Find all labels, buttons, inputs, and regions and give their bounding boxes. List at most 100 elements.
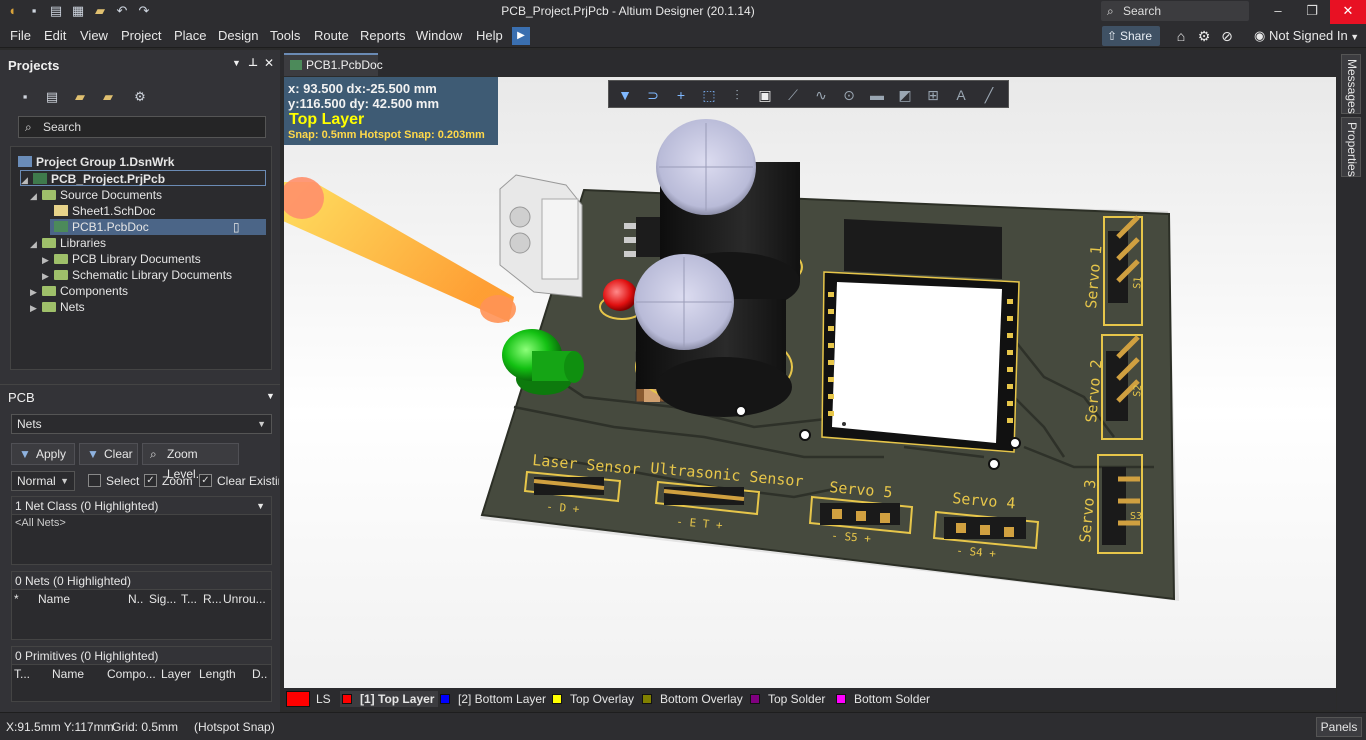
menu-reports[interactable]: Reports <box>360 28 406 43</box>
menu-place[interactable]: Place <box>174 28 207 43</box>
maximize-button[interactable]: ❐ <box>1295 0 1329 24</box>
filter-icon[interactable]: ▼ <box>615 85 635 105</box>
menu-view[interactable]: View <box>80 28 108 43</box>
tree-item-sheet1[interactable]: Sheet1.SchDoc <box>54 203 155 219</box>
clear-existing-checkbox[interactable]: ✓ Clear Existin <box>199 474 279 488</box>
tree-item-libraries[interactable]: ◢ Libraries <box>30 235 106 251</box>
menu-project[interactable]: Project <box>121 28 161 43</box>
nets-col-signal[interactable]: Sig... <box>149 591 181 607</box>
document-tab-pcb1[interactable]: PCB1.PcbDoc <box>284 53 383 76</box>
panels-button[interactable]: Panels <box>1316 717 1362 737</box>
pcb-mode-dropdown[interactable]: Nets ▼ <box>11 414 272 434</box>
all-nets-item[interactable]: <All Nets> <box>15 517 66 529</box>
primitives-col-d[interactable]: D.. <box>252 666 272 682</box>
chevron-down-icon[interactable]: ▼ <box>256 497 265 515</box>
tree-item-nets[interactable]: ▶ Nets <box>30 299 85 315</box>
projects-search-placeholder: Search <box>43 120 82 134</box>
interactive-routing-icon[interactable]: ∿ <box>811 85 831 105</box>
messages-panel-tab[interactable]: Messages <box>1341 54 1361 114</box>
sign-in-menu[interactable]: ◉ Not Signed In ▼ <box>1254 28 1359 44</box>
zoom-level-button[interactable]: ⌕ Zoom Level... <box>142 443 239 481</box>
layer-tab-top-layer[interactable]: [1] Top Layer <box>340 691 439 707</box>
place-component-icon[interactable]: ▣ <box>755 85 775 105</box>
project-folder-icon[interactable]: ▰ <box>99 88 117 106</box>
nets-col-unrouted[interactable]: Unrou... <box>223 591 271 607</box>
nets-col-name[interactable]: Name <box>38 591 124 607</box>
nets-col-nodes[interactable]: N.. <box>128 591 150 607</box>
collapse-triangle-icon[interactable]: ▶ <box>42 252 54 268</box>
expand-triangle-icon[interactable]: ◢ <box>30 188 42 204</box>
gear-icon[interactable]: ⚙ <box>1195 27 1213 45</box>
tree-item-pcb-libraries[interactable]: ▶ PCB Library Documents <box>42 251 201 267</box>
nets-col-routed[interactable]: R... <box>203 591 223 607</box>
tree-item-sch-libraries[interactable]: ▶ Schematic Library Documents <box>42 267 232 283</box>
place-line-icon[interactable]: ╱ <box>979 85 999 105</box>
panel-menu-icon[interactable]: ▼ <box>266 391 275 401</box>
layer-tab-bottom-solder[interactable]: Bottom Solder <box>834 691 930 707</box>
place-text-icon[interactable]: A <box>951 85 971 105</box>
nets-col-type[interactable]: T... <box>181 591 203 607</box>
clear-button[interactable]: ▼ Clear <box>79 443 138 465</box>
home-icon[interactable]: ⌂ <box>1172 27 1190 45</box>
mask-mode-dropdown[interactable]: Normal ▼ <box>11 471 75 491</box>
collapse-triangle-icon[interactable]: ▶ <box>42 268 54 284</box>
primitives-col-type[interactable]: T... <box>14 666 46 682</box>
close-button[interactable]: ✕ <box>1330 0 1366 24</box>
tree-item-components[interactable]: ▶ Components <box>30 283 128 299</box>
open-project-icon[interactable]: ▰ <box>71 88 89 106</box>
pcb-3d-canvas[interactable]: Laser Sensor - D + Ultrasonic Sensor - E… <box>284 77 1336 688</box>
project-settings-gear-icon[interactable]: ⚙ <box>131 88 149 106</box>
projects-search-input[interactable]: ⌕ Search <box>18 116 266 138</box>
apply-button[interactable]: ▼ Apply <box>11 443 75 465</box>
layer-tab-bottom-overlay[interactable]: Bottom Overlay <box>640 691 743 707</box>
menu-route[interactable]: Route <box>314 28 349 43</box>
place-fill-icon[interactable]: ▬ <box>867 85 887 105</box>
layer-tab-top-overlay[interactable]: Top Overlay <box>550 691 634 707</box>
folder-icon <box>54 270 68 280</box>
pin-icon[interactable]: ⊥ <box>248 56 258 69</box>
snap-magnet-icon[interactable]: ⊃ <box>643 85 663 105</box>
tree-item-source-documents[interactable]: ◢ Source Documents <box>30 187 162 203</box>
place-region-icon[interactable]: ◩ <box>895 85 915 105</box>
minimize-button[interactable]: – <box>1261 0 1295 24</box>
collapse-triangle-icon[interactable]: ▶ <box>30 284 42 300</box>
primitives-col-layer[interactable]: Layer <box>161 666 195 682</box>
menu-file[interactable]: File <box>10 28 31 43</box>
expand-triangle-icon[interactable]: ◢ <box>21 172 33 188</box>
tree-item-pcb-project[interactable]: ◢ PCB_Project.PrjPcb <box>20 170 266 186</box>
menu-design[interactable]: Design <box>218 28 258 43</box>
primitives-col-component[interactable]: Compo... <box>107 666 159 682</box>
layer-set-ls[interactable]: LS <box>286 691 331 707</box>
menu-tools[interactable]: Tools <box>270 28 300 43</box>
crosshair-icon[interactable]: + <box>671 85 691 105</box>
select-rectangle-icon[interactable]: ⬚ <box>699 85 719 105</box>
compile-icon[interactable]: ▤ <box>43 88 61 106</box>
layer-tab-top-solder[interactable]: Top Solder <box>748 691 825 707</box>
nets-col-star[interactable]: * <box>14 591 32 607</box>
menu-help[interactable]: Help <box>476 28 503 43</box>
run-script-icon[interactable]: ▶ <box>512 27 530 45</box>
share-button[interactable]: ⇧ Share <box>1102 26 1160 46</box>
layer-tab-bottom-layer[interactable]: [2] Bottom Layer <box>438 691 546 707</box>
panel-close-icon[interactable]: ✕ <box>264 56 274 70</box>
tree-item-project-group[interactable]: Project Group 1.DsnWrk <box>18 154 174 170</box>
select-checkbox[interactable]: Select <box>88 474 139 488</box>
notifications-off-icon[interactable]: ⊘ <box>1218 27 1236 45</box>
menu-window[interactable]: Window <box>416 28 462 43</box>
place-via-icon[interactable]: ⊙ <box>839 85 859 105</box>
save-project-icon[interactable]: ▪ <box>16 88 34 106</box>
align-icon[interactable]: ⫶ <box>727 85 747 105</box>
route-icon[interactable]: ⟋ <box>783 85 803 105</box>
select-label: Select <box>106 474 140 488</box>
global-search-input[interactable]: ⌕ Search <box>1101 1 1249 21</box>
menu-edit[interactable]: Edit <box>44 28 66 43</box>
zoom-checkbox[interactable]: ✓ Zoom <box>144 474 193 488</box>
properties-panel-tab[interactable]: Properties <box>1341 117 1361 177</box>
panel-menu-icon[interactable]: ▼ <box>232 58 241 68</box>
dimension-icon[interactable]: ⊞ <box>923 85 943 105</box>
tree-item-pcb1[interactable]: PCB1.PcbDoc ▯ <box>50 219 266 235</box>
primitives-col-name[interactable]: Name <box>52 666 104 682</box>
expand-triangle-icon[interactable]: ◢ <box>30 236 42 252</box>
collapse-triangle-icon[interactable]: ▶ <box>30 300 42 316</box>
primitives-col-length[interactable]: Length <box>199 666 241 682</box>
